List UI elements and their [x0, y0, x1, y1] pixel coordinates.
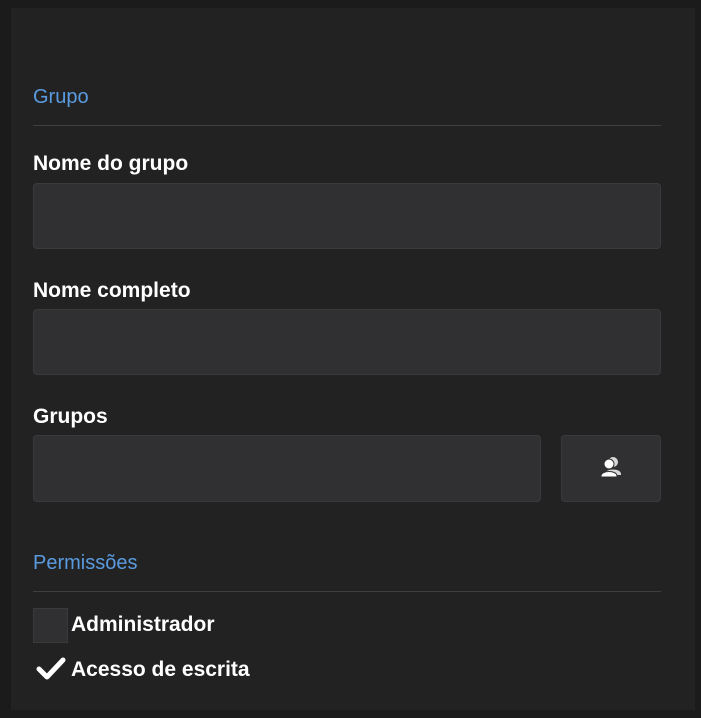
users-icon: [598, 455, 624, 482]
section-divider-group: [33, 125, 661, 126]
administrator-checkbox[interactable]: [33, 607, 68, 643]
administrator-label: Administrador: [71, 613, 215, 636]
section-title-permissions: Permissões: [33, 552, 138, 574]
section-divider-permissions: [33, 591, 661, 592]
permission-administrator[interactable]: Administrador: [33, 607, 215, 643]
group-form-panel: Grupo Nome do grupo Nome completo Grupos…: [11, 8, 695, 710]
checkmark-icon: [36, 656, 66, 685]
groups-input[interactable]: [33, 435, 541, 502]
group-name-input[interactable]: [33, 183, 661, 249]
groups-picker-button[interactable]: [561, 435, 661, 502]
full-name-input[interactable]: [33, 309, 661, 375]
write-access-checkbox[interactable]: [33, 653, 68, 688]
group-name-label: Nome do grupo: [33, 152, 189, 175]
section-title-group: Grupo: [33, 86, 89, 108]
permission-write-access[interactable]: Acesso de escrita: [33, 652, 250, 688]
write-access-label: Acesso de escrita: [71, 658, 250, 681]
full-name-label: Nome completo: [33, 279, 191, 302]
groups-label: Grupos: [33, 405, 108, 428]
